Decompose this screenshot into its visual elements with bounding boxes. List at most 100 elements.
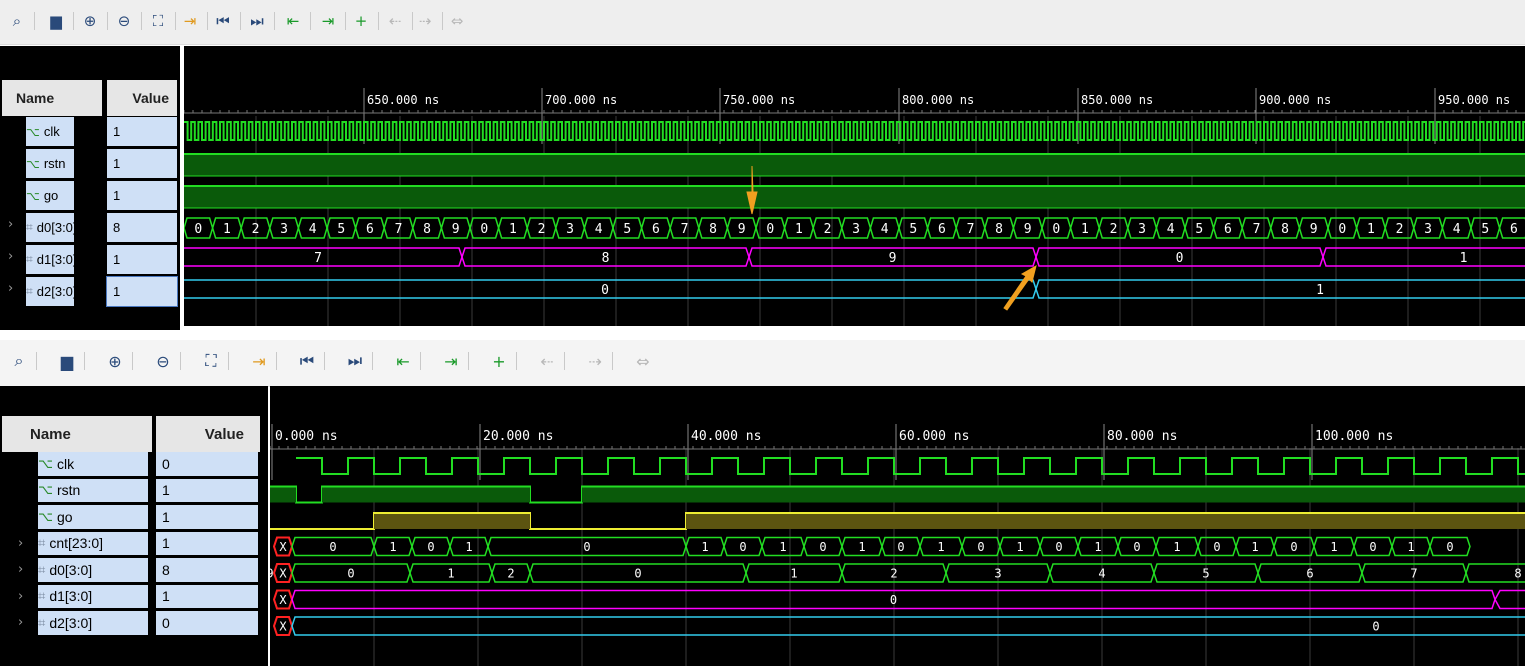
toolbar-separator xyxy=(612,352,613,370)
waveform-canvas[interactable]: 0.000 ns 20.000 ns 40.000 ns 60.000 ns 80.00… xyxy=(270,386,1525,666)
toolbar-separator xyxy=(420,352,421,370)
signal-value-d030[interactable]: 8 xyxy=(156,558,258,582)
go-to-cursor-icon[interactable]: ⇥ xyxy=(179,10,201,32)
waveform-panel-bottom: ⌕ ▆ ⊕ ⊖ ⛶ ⇥ ⏮ ⏭ ⇤ ⇥ + ⇠ ⇢ ⇔ Name Value 0.000 ns 20.000… xyxy=(0,340,1525,666)
time-label: 20.000 ns xyxy=(483,429,553,444)
signal-value-clk[interactable]: 0 xyxy=(156,452,258,476)
signal-value-go[interactable]: 1 xyxy=(107,181,177,210)
toolbar-separator xyxy=(175,12,176,30)
signal-name-d030[interactable]: ⌗ d0[3:0] xyxy=(38,558,148,582)
signal-value-d230[interactable]: 1 xyxy=(106,276,178,307)
d0-bus-value: 3 xyxy=(994,567,1001,581)
zoom-fit-icon[interactable]: ⛶ xyxy=(200,350,222,372)
signal-name-rstn[interactable]: ⌥ rstn xyxy=(26,149,74,178)
value-column-header[interactable]: Value xyxy=(107,80,177,116)
d0-bus-value: 4 xyxy=(595,222,603,237)
d0-bus-value: 6 xyxy=(1306,567,1313,581)
value-column-header[interactable]: Value xyxy=(156,416,260,452)
d0-bus-value: 1 xyxy=(447,567,454,581)
annotation-arrow-up xyxy=(1003,264,1037,311)
d0-bus-value: 6 xyxy=(938,222,946,237)
swap-cursors-icon[interactable]: ⇔ xyxy=(446,10,468,32)
go-to-last-time-icon[interactable]: ⏭ xyxy=(344,350,366,372)
signal-name-d230[interactable]: ⌗ d2[3:0] xyxy=(26,277,77,306)
toolbar-separator xyxy=(107,12,108,30)
search-icon[interactable]: ⌕ xyxy=(6,10,28,32)
search-icon[interactable]: ⌕ xyxy=(8,350,30,372)
expand-chevron-icon[interactable]: › xyxy=(8,217,13,232)
expand-chevron-icon[interactable]: › xyxy=(18,589,23,604)
d0-bus-value: 8 xyxy=(1514,567,1521,581)
signal-name-clk[interactable]: ⌥ clk xyxy=(38,452,148,476)
signal-value-d130[interactable]: 1 xyxy=(107,245,177,274)
toolbar-separator xyxy=(324,352,325,370)
signal-label: rstn xyxy=(56,482,81,499)
signal-name-go[interactable]: ⌥ go xyxy=(38,505,148,529)
cnt-bus-value: 0 xyxy=(819,540,826,554)
signal-value-rstn[interactable]: 1 xyxy=(156,478,258,502)
signal-value-go[interactable]: 1 xyxy=(156,505,258,529)
expand-chevron-icon[interactable]: › xyxy=(18,615,23,630)
d0-bus-value: 1 xyxy=(1367,222,1375,237)
signal-name-rstn[interactable]: ⌥ rstn xyxy=(38,478,148,502)
swap-cursors-icon[interactable]: ⇔ xyxy=(632,350,654,372)
waveform-canvas[interactable]: 650.000 ns 700.000 ns 750.000 ns 800.000 ns… xyxy=(184,46,1525,326)
zoom-in-icon[interactable]: ⊕ xyxy=(104,350,126,372)
signal-value-rstn[interactable]: 1 xyxy=(107,149,177,178)
name-column-header[interactable]: Name xyxy=(2,80,102,116)
signal-value-d030[interactable]: 8 xyxy=(107,213,177,242)
signal-name-d130[interactable]: ⌗ d1[3:0] xyxy=(38,584,148,608)
signal-label: d2[3:0] xyxy=(36,284,77,299)
signal-name-d030[interactable]: ⌗ d0[3:0] xyxy=(26,213,77,242)
previous-transition-icon[interactable]: ⇤ xyxy=(392,350,414,372)
save-icon[interactable]: ▆ xyxy=(56,350,78,372)
zoom-out-icon[interactable]: ⊖ xyxy=(152,350,174,372)
name-column-header[interactable]: Name xyxy=(2,416,152,452)
zoom-out-icon[interactable]: ⊖ xyxy=(113,10,135,32)
go-to-time-zero-icon[interactable]: ⏮ xyxy=(296,350,318,372)
d2-bus-value: 1 xyxy=(1316,283,1324,298)
next-marker-icon[interactable]: ⇢ xyxy=(584,350,606,372)
d0-bus-value: 4 xyxy=(1167,222,1175,237)
bus-signal-icon: ⌗ xyxy=(26,252,33,266)
signal-name-d230[interactable]: ⌗ d2[3:0] xyxy=(38,611,148,635)
d2-bus-value: 0 xyxy=(601,283,609,298)
add-marker-icon[interactable]: + xyxy=(488,350,510,372)
d1-bus-value: 1 xyxy=(1460,251,1468,266)
toolbar-separator xyxy=(310,12,311,30)
d0-bus-value: 3 xyxy=(852,222,860,237)
zoom-in-icon[interactable]: ⊕ xyxy=(79,10,101,32)
next-transition-icon[interactable]: ⇥ xyxy=(440,350,462,372)
d0-bus-value: 5 xyxy=(909,222,917,237)
signal-value-d230[interactable]: 0 xyxy=(156,611,258,635)
signal-name-go[interactable]: ⌥ go xyxy=(26,181,74,210)
d2-bus-segment xyxy=(291,616,1525,636)
previous-transition-icon[interactable]: ⇤ xyxy=(282,10,304,32)
add-marker-icon[interactable]: + xyxy=(350,10,372,32)
previous-marker-icon[interactable]: ⇠ xyxy=(384,10,406,32)
signal-name-cnt230[interactable]: ⌗ cnt[23:0] xyxy=(38,531,148,555)
next-marker-icon[interactable]: ⇢ xyxy=(414,10,436,32)
go-to-cursor-icon[interactable]: ⇥ xyxy=(248,350,270,372)
save-icon[interactable]: ▆ xyxy=(45,10,67,32)
d0-bus-value: 2 xyxy=(1110,222,1118,237)
expand-chevron-icon[interactable]: › xyxy=(18,562,23,577)
time-label: 800.000 ns xyxy=(902,93,974,107)
signal-value-cnt230[interactable]: 1 xyxy=(156,531,258,555)
toolbar-separator xyxy=(516,352,517,370)
next-transition-icon[interactable]: ⇥ xyxy=(317,10,339,32)
signal-label: cnt[23:0] xyxy=(49,535,104,552)
previous-marker-icon[interactable]: ⇠ xyxy=(536,350,558,372)
expand-chevron-icon[interactable]: › xyxy=(8,249,13,264)
expand-chevron-icon[interactable]: › xyxy=(18,536,23,551)
signal-name-clk[interactable]: ⌥ clk xyxy=(26,117,74,146)
signal-value-d130[interactable]: 1 xyxy=(156,584,258,608)
go-to-time-zero-icon[interactable]: ⏮ xyxy=(212,10,234,32)
expand-chevron-icon[interactable]: › xyxy=(8,281,13,296)
signal-name-d130[interactable]: ⌗ d1[3:0] xyxy=(26,245,77,274)
toolbar-separator xyxy=(468,352,469,370)
cnt-bus-value: 1 xyxy=(1094,540,1101,554)
go-to-last-time-icon[interactable]: ⏭ xyxy=(246,10,268,32)
zoom-fit-icon[interactable]: ⛶ xyxy=(147,10,169,32)
signal-value-clk[interactable]: 1 xyxy=(107,117,177,146)
